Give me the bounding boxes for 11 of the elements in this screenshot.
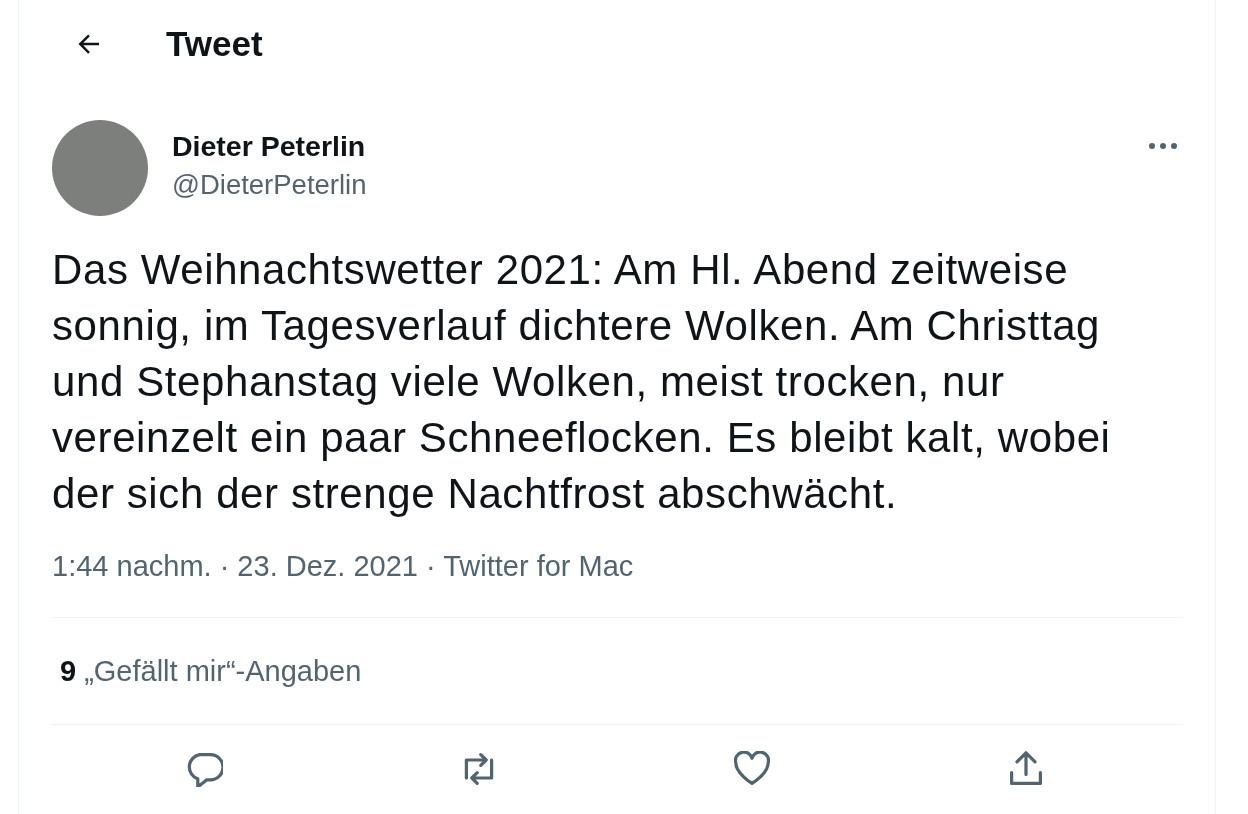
likes-count[interactable]: 9 [60,654,77,688]
author-name[interactable]: Dieter Peterlin [172,130,1148,163]
heart-icon[interactable] [734,751,771,787]
share-icon[interactable] [1008,751,1045,787]
tweet-text: Das Weihnachtswetter 2021: Am Hl. Abend zeitweise sonnig, im Tagesverlauf dichtere Wolken. Am Christtag und Stephanstag viele Wolken, meist trocken, nur vereinzelt ein paar Schneeflocken. Es bleibt kalt, wobei der sich der strenge Nachtfrost abschwächt. [52,245,1112,519]
likes-label[interactable]: „Gefällt mir“-Angaben [84,654,362,688]
page-title: Tweet [166,24,263,64]
tweet-meta: 1:44 nachm. · 23. Dez. 2021 · Twitter for Mac [52,550,634,583]
reply-icon[interactable] [186,751,223,787]
author-handle[interactable]: @DieterPeterlin [172,169,1148,201]
more-icon[interactable] [1148,142,1178,150]
